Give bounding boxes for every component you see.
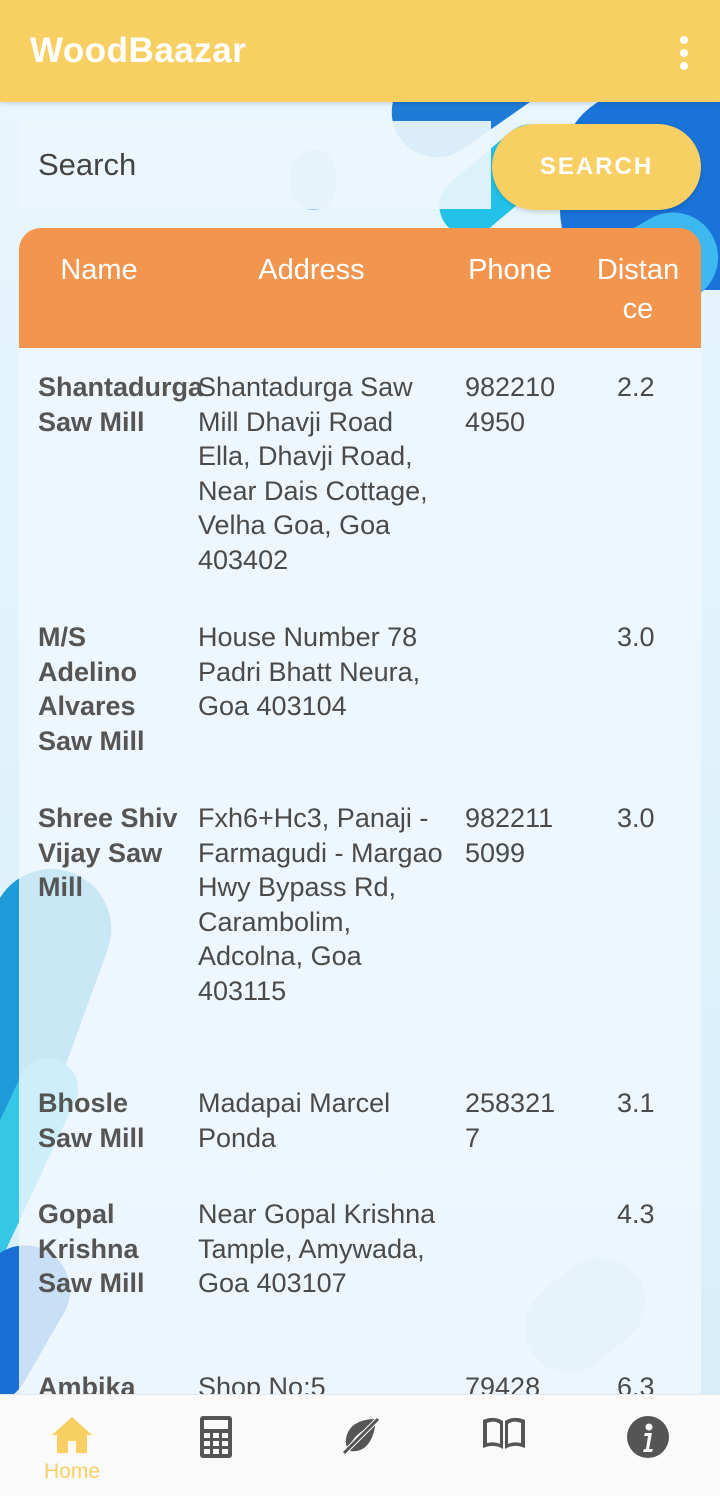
info-icon [627, 1416, 669, 1458]
search-input[interactable] [19, 121, 491, 209]
column-header-name: Name [60, 254, 138, 286]
table-body: Shantadurga Saw Mill Shantadurga Saw Mil… [19, 348, 701, 1394]
mill-distance: 3.0 [617, 803, 655, 833]
mill-name: M/S Adelino Alvares Saw Mill [38, 622, 145, 756]
saw-mill-table: Name Address Phone Distance Shantadurga … [19, 228, 701, 1394]
nav-leaf[interactable] [288, 1395, 432, 1496]
mill-phone[interactable]: 9822104950 [465, 370, 557, 439]
home-icon [52, 1417, 92, 1453]
mill-phone[interactable]: 9822115099 [465, 801, 557, 870]
mill-distance: 2.2 [617, 372, 655, 402]
calculator-icon [200, 1416, 232, 1458]
mill-distance: 3.0 [617, 622, 655, 652]
mill-name: Shantadurga Saw Mill [38, 372, 204, 437]
mill-address: House Number 78 Padri Bhatt Neura, Goa 4… [198, 622, 421, 722]
nav-home-label: Home [43, 1460, 101, 1483]
more-options-icon[interactable] [678, 36, 690, 70]
mill-address: Near Gopal Krishna Tample, Amywada, Goa … [198, 1199, 436, 1299]
column-header-phone: Phone [468, 254, 552, 286]
mill-name: Bhosle Saw Mill [38, 1088, 145, 1153]
book-icon [483, 1417, 525, 1449]
leaf-off-icon [342, 1417, 380, 1455]
bottom-navigation: Home [0, 1394, 720, 1496]
mill-address: Madapai Marcel Ponda [198, 1088, 391, 1153]
table-header: Name Address Phone Distance [19, 228, 701, 348]
mill-distance: 4.3 [617, 1199, 655, 1229]
mill-address: Shop No:5 [198, 1372, 326, 1394]
mill-name: Shree Shiv Vijay Saw Mill [38, 803, 178, 903]
nav-book[interactable] [432, 1395, 576, 1496]
column-header-distance: Distance [596, 254, 680, 325]
mill-name: Ambika [38, 1372, 136, 1394]
nav-home[interactable]: Home [0, 1395, 144, 1496]
mill-address: Shantadurga Saw Mill Dhavji Road Ella, D… [198, 372, 428, 575]
mill-phone[interactable]: 2583217 [465, 1086, 557, 1155]
mill-phone[interactable]: 79428 [465, 1370, 557, 1394]
nav-calculator[interactable] [144, 1395, 288, 1496]
mill-distance: 6.3 [617, 1372, 655, 1394]
app-bar: WoodBaazar [0, 0, 720, 102]
mill-address: Fxh6+Hc3, Panaji - Farmagudi - Margao Hw… [198, 803, 443, 1006]
mill-name: Gopal Krishna Saw Mill [38, 1199, 145, 1299]
column-header-address: Address [258, 254, 365, 286]
app-title: WoodBaazar [30, 31, 247, 70]
mill-distance: 3.1 [617, 1088, 655, 1118]
nav-info[interactable] [576, 1395, 720, 1496]
search-button[interactable]: SEARCH [492, 124, 701, 210]
